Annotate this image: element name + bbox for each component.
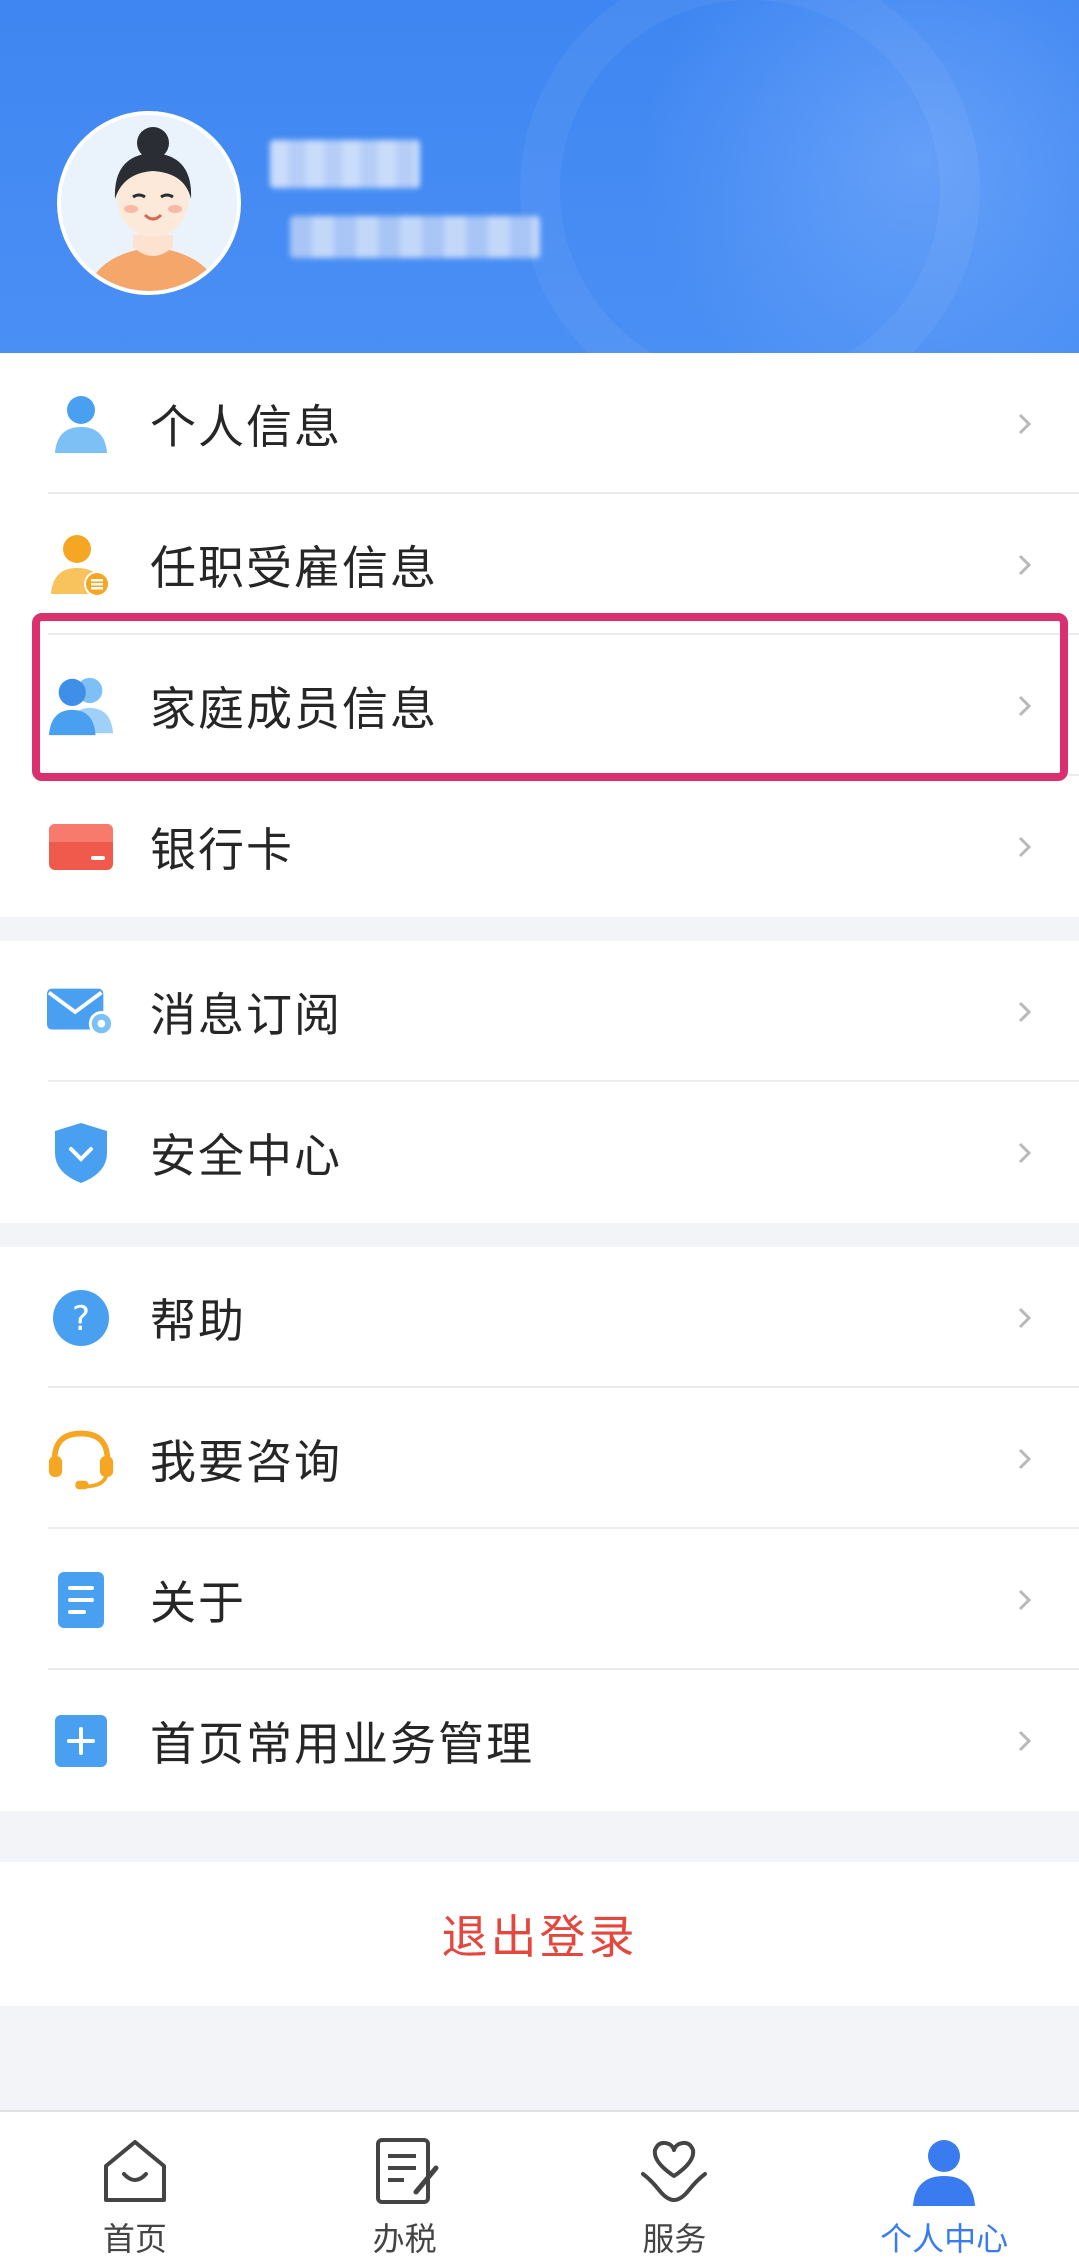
tab-home[interactable]: 首页: [0, 2112, 270, 2265]
chevron-right-icon: [1018, 1142, 1032, 1163]
tab-label: 办税: [372, 2220, 437, 2258]
menu-item-message-subscription[interactable]: 消息订阅: [0, 941, 1079, 1082]
menu-item-label: 关于: [150, 1575, 246, 1630]
avatar[interactable]: [57, 111, 241, 295]
bank-card-icon: [47, 813, 115, 881]
family-icon: [47, 672, 115, 740]
menu-item-label: 首页常用业务管理: [150, 1716, 534, 1771]
bottom-tab-bar: 首页 办税 服务 个人中心: [0, 2110, 1079, 2265]
chevron-right-icon: [1018, 1589, 1032, 1610]
headset-icon: [47, 1425, 115, 1493]
service-heart-icon: [641, 2140, 708, 2203]
profile-icon: [913, 2140, 976, 2206]
chevron-right-icon: [1018, 695, 1032, 716]
tab-personal-center[interactable]: 个人中心: [809, 2112, 1079, 2265]
plus-icon: [47, 1707, 115, 1775]
user-name-blurred: [270, 140, 420, 188]
tab-label: 服务: [642, 2220, 707, 2258]
user-id-blurred: [290, 216, 540, 258]
tax-form-icon: [375, 2138, 439, 2204]
menu-item-label: 消息订阅: [150, 987, 342, 1042]
menu-item-label: 银行卡: [150, 822, 294, 877]
header-decoration-ring: [520, 0, 980, 353]
menu-item-label: 个人信息: [150, 399, 342, 454]
chevron-right-icon: [1018, 1448, 1032, 1469]
mail-settings-icon: [47, 978, 115, 1046]
menu-item-bank-card[interactable]: 银行卡: [0, 776, 1079, 917]
person-icon: [47, 390, 115, 458]
menu-item-label: 我要咨询: [150, 1434, 342, 1489]
chevron-right-icon: [1018, 1001, 1032, 1022]
menu-group-account: 个人信息 任职受雇信息 家庭成员信息 银行卡: [0, 353, 1079, 917]
shield-icon: [47, 1119, 115, 1187]
chevron-right-icon: [1018, 413, 1032, 434]
chevron-right-icon: [1018, 554, 1032, 575]
menu-item-label: 任职受雇信息: [150, 540, 438, 595]
menu-item-security-center[interactable]: 安全中心: [0, 1082, 1079, 1223]
menu-item-family-info[interactable]: 家庭成员信息: [0, 635, 1079, 776]
tab-label: 首页: [102, 2220, 167, 2258]
chevron-right-icon: [1018, 1730, 1032, 1751]
document-icon: [47, 1566, 115, 1634]
chevron-right-icon: [1018, 836, 1032, 857]
profile-header: [0, 0, 1079, 353]
svg-text:?: ?: [72, 1299, 90, 1339]
menu-item-label: 家庭成员信息: [150, 681, 438, 736]
menu-item-about[interactable]: 关于: [0, 1529, 1079, 1670]
menu-group-settings: 消息订阅 安全中心: [0, 941, 1079, 1223]
logout-button[interactable]: 退出登录: [0, 1862, 1079, 2006]
menu-item-home-shortcut-management[interactable]: 首页常用业务管理: [0, 1670, 1079, 1811]
tab-label: 个人中心: [880, 2220, 1009, 2258]
menu-item-help[interactable]: ? 帮助: [0, 1247, 1079, 1388]
tab-service[interactable]: 服务: [540, 2112, 810, 2265]
tab-tax[interactable]: 办税: [270, 2112, 540, 2265]
menu-item-label: 安全中心: [150, 1128, 342, 1183]
menu-item-personal-info[interactable]: 个人信息: [0, 353, 1079, 494]
avatar-illustration: [61, 115, 237, 291]
menu-item-employment-info[interactable]: 任职受雇信息: [0, 494, 1079, 635]
menu-item-consultation[interactable]: 我要咨询: [0, 1388, 1079, 1529]
menu-item-label: 帮助: [150, 1293, 246, 1348]
menu-group-support: ? 帮助 我要咨询 关于 首页常用业务管理: [0, 1247, 1079, 1811]
chevron-right-icon: [1018, 1307, 1032, 1328]
help-icon: ?: [47, 1284, 115, 1352]
home-icon: [103, 2140, 166, 2202]
employment-icon: [47, 531, 115, 599]
